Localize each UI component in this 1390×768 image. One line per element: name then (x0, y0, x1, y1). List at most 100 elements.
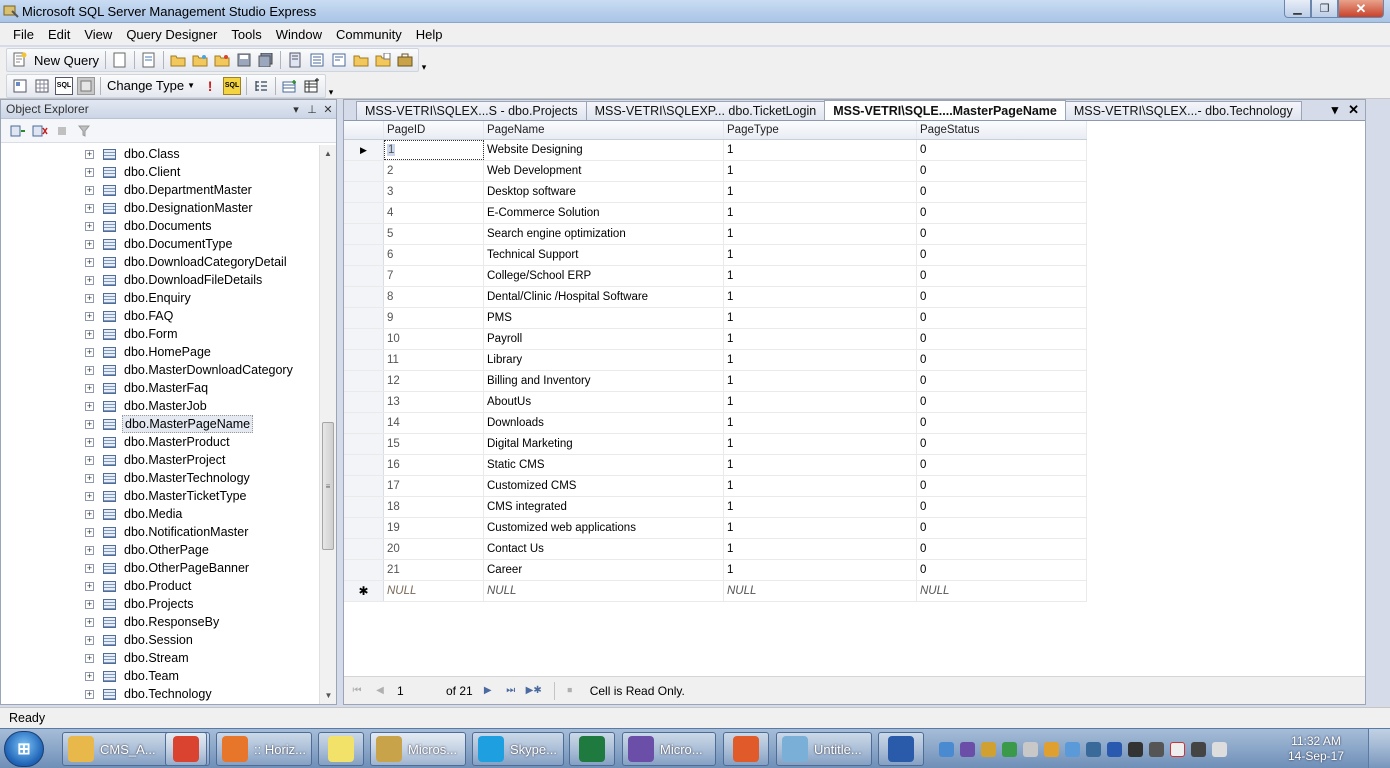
expand-icon[interactable]: + (85, 203, 94, 213)
new-row[interactable]: ✱ NULL NULL NULL NULL (344, 581, 1087, 602)
tree-item-table[interactable]: + dbo.OtherPage (85, 541, 211, 559)
pagename-cell[interactable]: Contact Us (484, 539, 724, 559)
expand-icon[interactable]: + (85, 167, 94, 177)
pagestatus-cell[interactable]: 0 (917, 560, 1087, 580)
visual-studio-tray-icon[interactable] (960, 741, 975, 757)
pagestatus-cell[interactable]: 0 (917, 476, 1087, 496)
last-record-icon[interactable]: ⏭ (502, 682, 520, 700)
object-explorer-scrollbar[interactable]: ▲ ≡ ▼ (319, 145, 336, 704)
change-type-dropdown[interactable]: Change Type (107, 78, 184, 93)
current-row-icon[interactable]: ▶ (344, 140, 384, 160)
pageid-cell[interactable]: 7 (384, 266, 484, 286)
row-selector[interactable] (344, 371, 384, 391)
pagestatus-cell[interactable]: 0 (917, 455, 1087, 475)
scroll-up-icon[interactable]: ▲ (320, 145, 336, 162)
tree-item-table[interactable]: + dbo.NotificationMaster (85, 523, 250, 541)
pagestatus-cell[interactable]: 0 (917, 161, 1087, 181)
row-selector[interactable] (344, 350, 384, 370)
save-icon[interactable] (235, 51, 253, 69)
taskbar-item[interactable]: :: Horiz... (216, 732, 312, 766)
pagestatus-cell[interactable]: 0 (917, 350, 1087, 370)
pagename-cell[interactable]: Downloads (484, 413, 724, 433)
pageid-cell[interactable]: 17 (384, 476, 484, 496)
pagestatus-cell[interactable]: 0 (917, 203, 1087, 223)
table-row[interactable]: 16 Static CMS 1 0 (344, 455, 1087, 476)
panel-menu-icon[interactable]: ▾ (288, 103, 304, 116)
pagestatus-cell[interactable]: 0 (917, 245, 1087, 265)
pagestatus-cell[interactable]: 0 (917, 392, 1087, 412)
tree-item-table[interactable]: + dbo.Team (85, 667, 181, 685)
table-row[interactable]: 8 Dental/Clinic /Hospital Software 1 0 (344, 287, 1087, 308)
row-selector[interactable] (344, 329, 384, 349)
taskbar-item[interactable] (318, 732, 364, 766)
tree-item-table[interactable]: + dbo.MasterDownloadCategory (85, 361, 295, 379)
table-row[interactable]: 5 Search engine optimization 1 0 (344, 224, 1087, 245)
pageid-cell[interactable]: 18 (384, 497, 484, 517)
pagename-cell[interactable]: College/School ERP (484, 266, 724, 286)
tree-item-table[interactable]: + dbo.Stream (85, 649, 191, 667)
table-row[interactable]: 11 Library 1 0 (344, 350, 1087, 371)
execute-sql-icon[interactable]: ! (201, 77, 219, 95)
expand-icon[interactable]: + (85, 455, 94, 465)
tab-technology[interactable]: MSS-VETRI\SQLEX...- dbo.Technology (1064, 101, 1302, 120)
expand-icon[interactable]: + (85, 671, 94, 681)
pagetype-cell[interactable]: 1 (724, 182, 917, 202)
tree-item-table[interactable]: + dbo.DepartmentMaster (85, 181, 254, 199)
expand-icon[interactable]: + (85, 419, 94, 429)
volume-icon[interactable] (1212, 741, 1227, 757)
tree-item-table[interactable]: + dbo.Client (85, 163, 182, 181)
tree-item-table[interactable]: + dbo.MasterTechnology (85, 469, 252, 487)
table-row[interactable]: 4 E-Commerce Solution 1 0 (344, 203, 1087, 224)
pagestatus-cell[interactable]: 0 (917, 434, 1087, 454)
pageid-cell[interactable]: 8 (384, 287, 484, 307)
expand-icon[interactable]: + (85, 617, 94, 627)
pageid-cell[interactable]: 10 (384, 329, 484, 349)
tree-item-table[interactable]: + dbo.ResponseBy (85, 613, 221, 631)
tree-item-table[interactable]: + dbo.MasterTicketType (85, 487, 249, 505)
row-selector[interactable] (344, 413, 384, 433)
action-center-icon[interactable] (1170, 741, 1185, 757)
pagestatus-cell[interactable]: 0 (917, 413, 1087, 433)
show-criteria-pane-icon[interactable] (33, 77, 51, 95)
open-folder-icon[interactable] (191, 51, 209, 69)
pagetype-cell[interactable]: 1 (724, 245, 917, 265)
column-header-pageid[interactable]: PageID (384, 121, 484, 139)
pageid-cell[interactable]: 2 (384, 161, 484, 181)
null-cell[interactable]: NULL (384, 581, 484, 601)
pagename-cell[interactable]: Desktop software (484, 182, 724, 202)
pagetype-cell[interactable]: 1 (724, 266, 917, 286)
open-connection-icon[interactable] (213, 51, 231, 69)
pageid-cell[interactable]: 9 (384, 308, 484, 328)
table-row[interactable]: 6 Technical Support 1 0 (344, 245, 1087, 266)
new-query-button[interactable]: New Query (34, 53, 99, 68)
clock[interactable]: 11:32 AM 14-Sep-17 (1276, 734, 1356, 764)
app-tray-icon[interactable] (1128, 741, 1143, 757)
close-tab-icon[interactable]: ✕ (1348, 102, 1359, 118)
pagestatus-cell[interactable]: 0 (917, 140, 1087, 160)
row-selector[interactable] (344, 518, 384, 538)
pageid-cell[interactable]: 20 (384, 539, 484, 559)
menu-window[interactable]: Window (269, 27, 329, 42)
maximize-button[interactable]: ❐ (1311, 0, 1338, 18)
taskbar-item[interactable]: Skype... (472, 732, 564, 766)
minimize-button[interactable]: ▁ (1284, 0, 1311, 18)
pagename-cell[interactable]: Technical Support (484, 245, 724, 265)
template-explorer-icon[interactable] (330, 51, 348, 69)
row-selector[interactable] (344, 539, 384, 559)
pagename-cell[interactable]: Payroll (484, 329, 724, 349)
registered-servers-icon[interactable] (286, 51, 304, 69)
current-record-input[interactable] (394, 681, 444, 700)
pagetype-cell[interactable]: 1 (724, 518, 917, 538)
expand-icon[interactable]: + (85, 185, 94, 195)
table-row[interactable]: 10 Payroll 1 0 (344, 329, 1087, 350)
row-selector[interactable] (344, 476, 384, 496)
tree-item-table[interactable]: + dbo.Product (85, 577, 193, 595)
expand-icon[interactable]: + (85, 329, 94, 339)
tree-item-table[interactable]: + dbo.MasterProduct (85, 433, 232, 451)
expand-icon[interactable]: + (85, 149, 94, 159)
menu-help[interactable]: Help (409, 27, 450, 42)
expand-icon[interactable]: + (85, 581, 94, 591)
show-sql-pane-icon[interactable]: SQL (55, 76, 73, 95)
pagetype-cell[interactable]: 1 (724, 455, 917, 475)
expand-icon[interactable]: + (85, 257, 94, 267)
